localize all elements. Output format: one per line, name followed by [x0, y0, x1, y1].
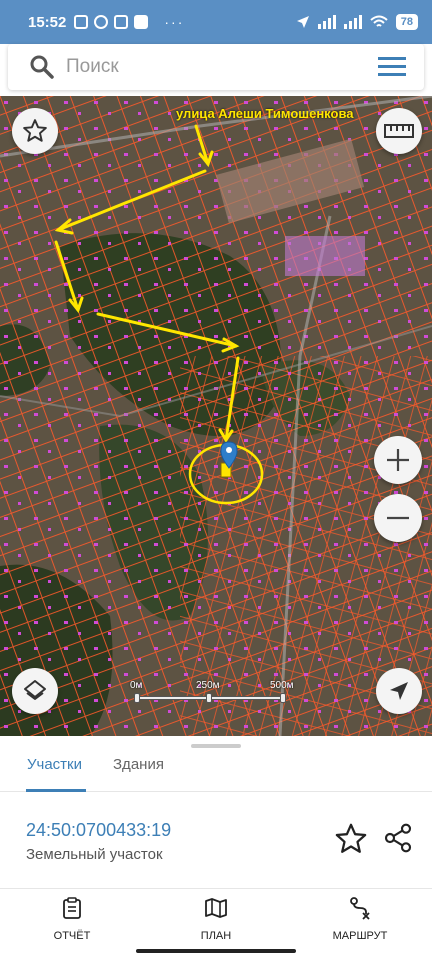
cadastral-number[interactable]: 24:50:0700433:19 — [26, 820, 171, 841]
hamburger-menu-icon[interactable] — [378, 56, 408, 78]
battery-icon: 78 — [395, 14, 418, 30]
report-clipboard-icon — [63, 897, 81, 919]
sheet-drag-handle[interactable] — [191, 744, 241, 748]
ruler-icon — [384, 124, 414, 138]
status-time: 15:52 — [28, 13, 67, 31]
street-annotation: улица Алеши Тимошенкова — [176, 106, 354, 121]
status-right: 78 — [296, 14, 418, 30]
nav-plan-label: ПЛАН — [200, 930, 232, 942]
satellite-map[interactable] — [0, 96, 432, 736]
mail-icon — [114, 15, 129, 29]
locate-button[interactable] — [376, 668, 422, 714]
locate-arrow-icon — [390, 682, 408, 700]
scale-label-250: 250м — [196, 680, 220, 691]
scale-tick — [280, 693, 286, 703]
star-icon[interactable] — [334, 822, 368, 856]
map-view[interactable]: улица Алеши Тимошенкова 0м 250м 500м — [0, 96, 432, 736]
app-icon — [134, 15, 149, 29]
nav-report-label: ОТЧЁТ — [53, 930, 91, 942]
wifi-icon — [370, 15, 388, 27]
more-notifications: ··· — [164, 14, 185, 30]
scale-label-500: 500м — [270, 680, 294, 691]
signal-icon — [317, 15, 336, 29]
map-plan-icon — [205, 898, 227, 918]
favorite-button[interactable] — [12, 108, 58, 154]
layers-icon — [24, 680, 46, 700]
search-box[interactable] — [8, 44, 424, 90]
tab-buildings[interactable]: Здания — [113, 756, 164, 792]
divider — [0, 888, 432, 889]
search-icon[interactable] — [28, 53, 56, 81]
nav-plan[interactable]: ПЛАН — [171, 896, 261, 944]
star-icon — [23, 119, 47, 142]
ruler-button[interactable] — [376, 108, 422, 154]
zoom-in-icon — [387, 449, 409, 471]
route-icon — [350, 897, 370, 920]
parcel-type: Земельный участок — [26, 846, 163, 863]
parcel-card[interactable]: 24:50:0700433:19 Земельный участок — [0, 792, 432, 888]
zoom-out-icon — [387, 516, 409, 520]
location-icon — [296, 16, 309, 28]
signal-icon-2 — [343, 15, 362, 29]
bottom-nav: ОТЧЁТ ПЛАН МАРШРУТ — [0, 892, 432, 942]
sheet-tabs: Участки Здания — [0, 750, 432, 792]
search-bar — [0, 44, 432, 96]
layers-button[interactable] — [12, 668, 58, 714]
scale-tick — [134, 693, 140, 703]
scale-label-0: 0м — [130, 680, 143, 691]
bottom-sheet: Участки Здания 24:50:0700433:19 Земельны… — [0, 736, 432, 960]
zoom-in-button[interactable] — [374, 436, 422, 484]
whatsapp-icon — [94, 15, 109, 29]
map-scale: 0м 250м 500м — [130, 680, 294, 710]
status-bar: 15:52 ··· 78 — [0, 0, 432, 44]
zoom-out-button[interactable] — [374, 494, 422, 542]
scale-tick — [206, 693, 212, 703]
tab-parcels[interactable]: Участки — [26, 756, 86, 792]
share-icon[interactable] — [382, 822, 414, 854]
search-input[interactable] — [66, 56, 346, 78]
notification-icons: ··· — [74, 14, 184, 30]
nav-report[interactable]: ОТЧЁТ — [27, 896, 117, 944]
nav-route[interactable]: МАРШРУТ — [315, 896, 405, 944]
nav-route-label: МАРШРУТ — [332, 930, 388, 942]
alarm-icon — [74, 15, 89, 29]
gesture-bar[interactable] — [136, 949, 296, 953]
